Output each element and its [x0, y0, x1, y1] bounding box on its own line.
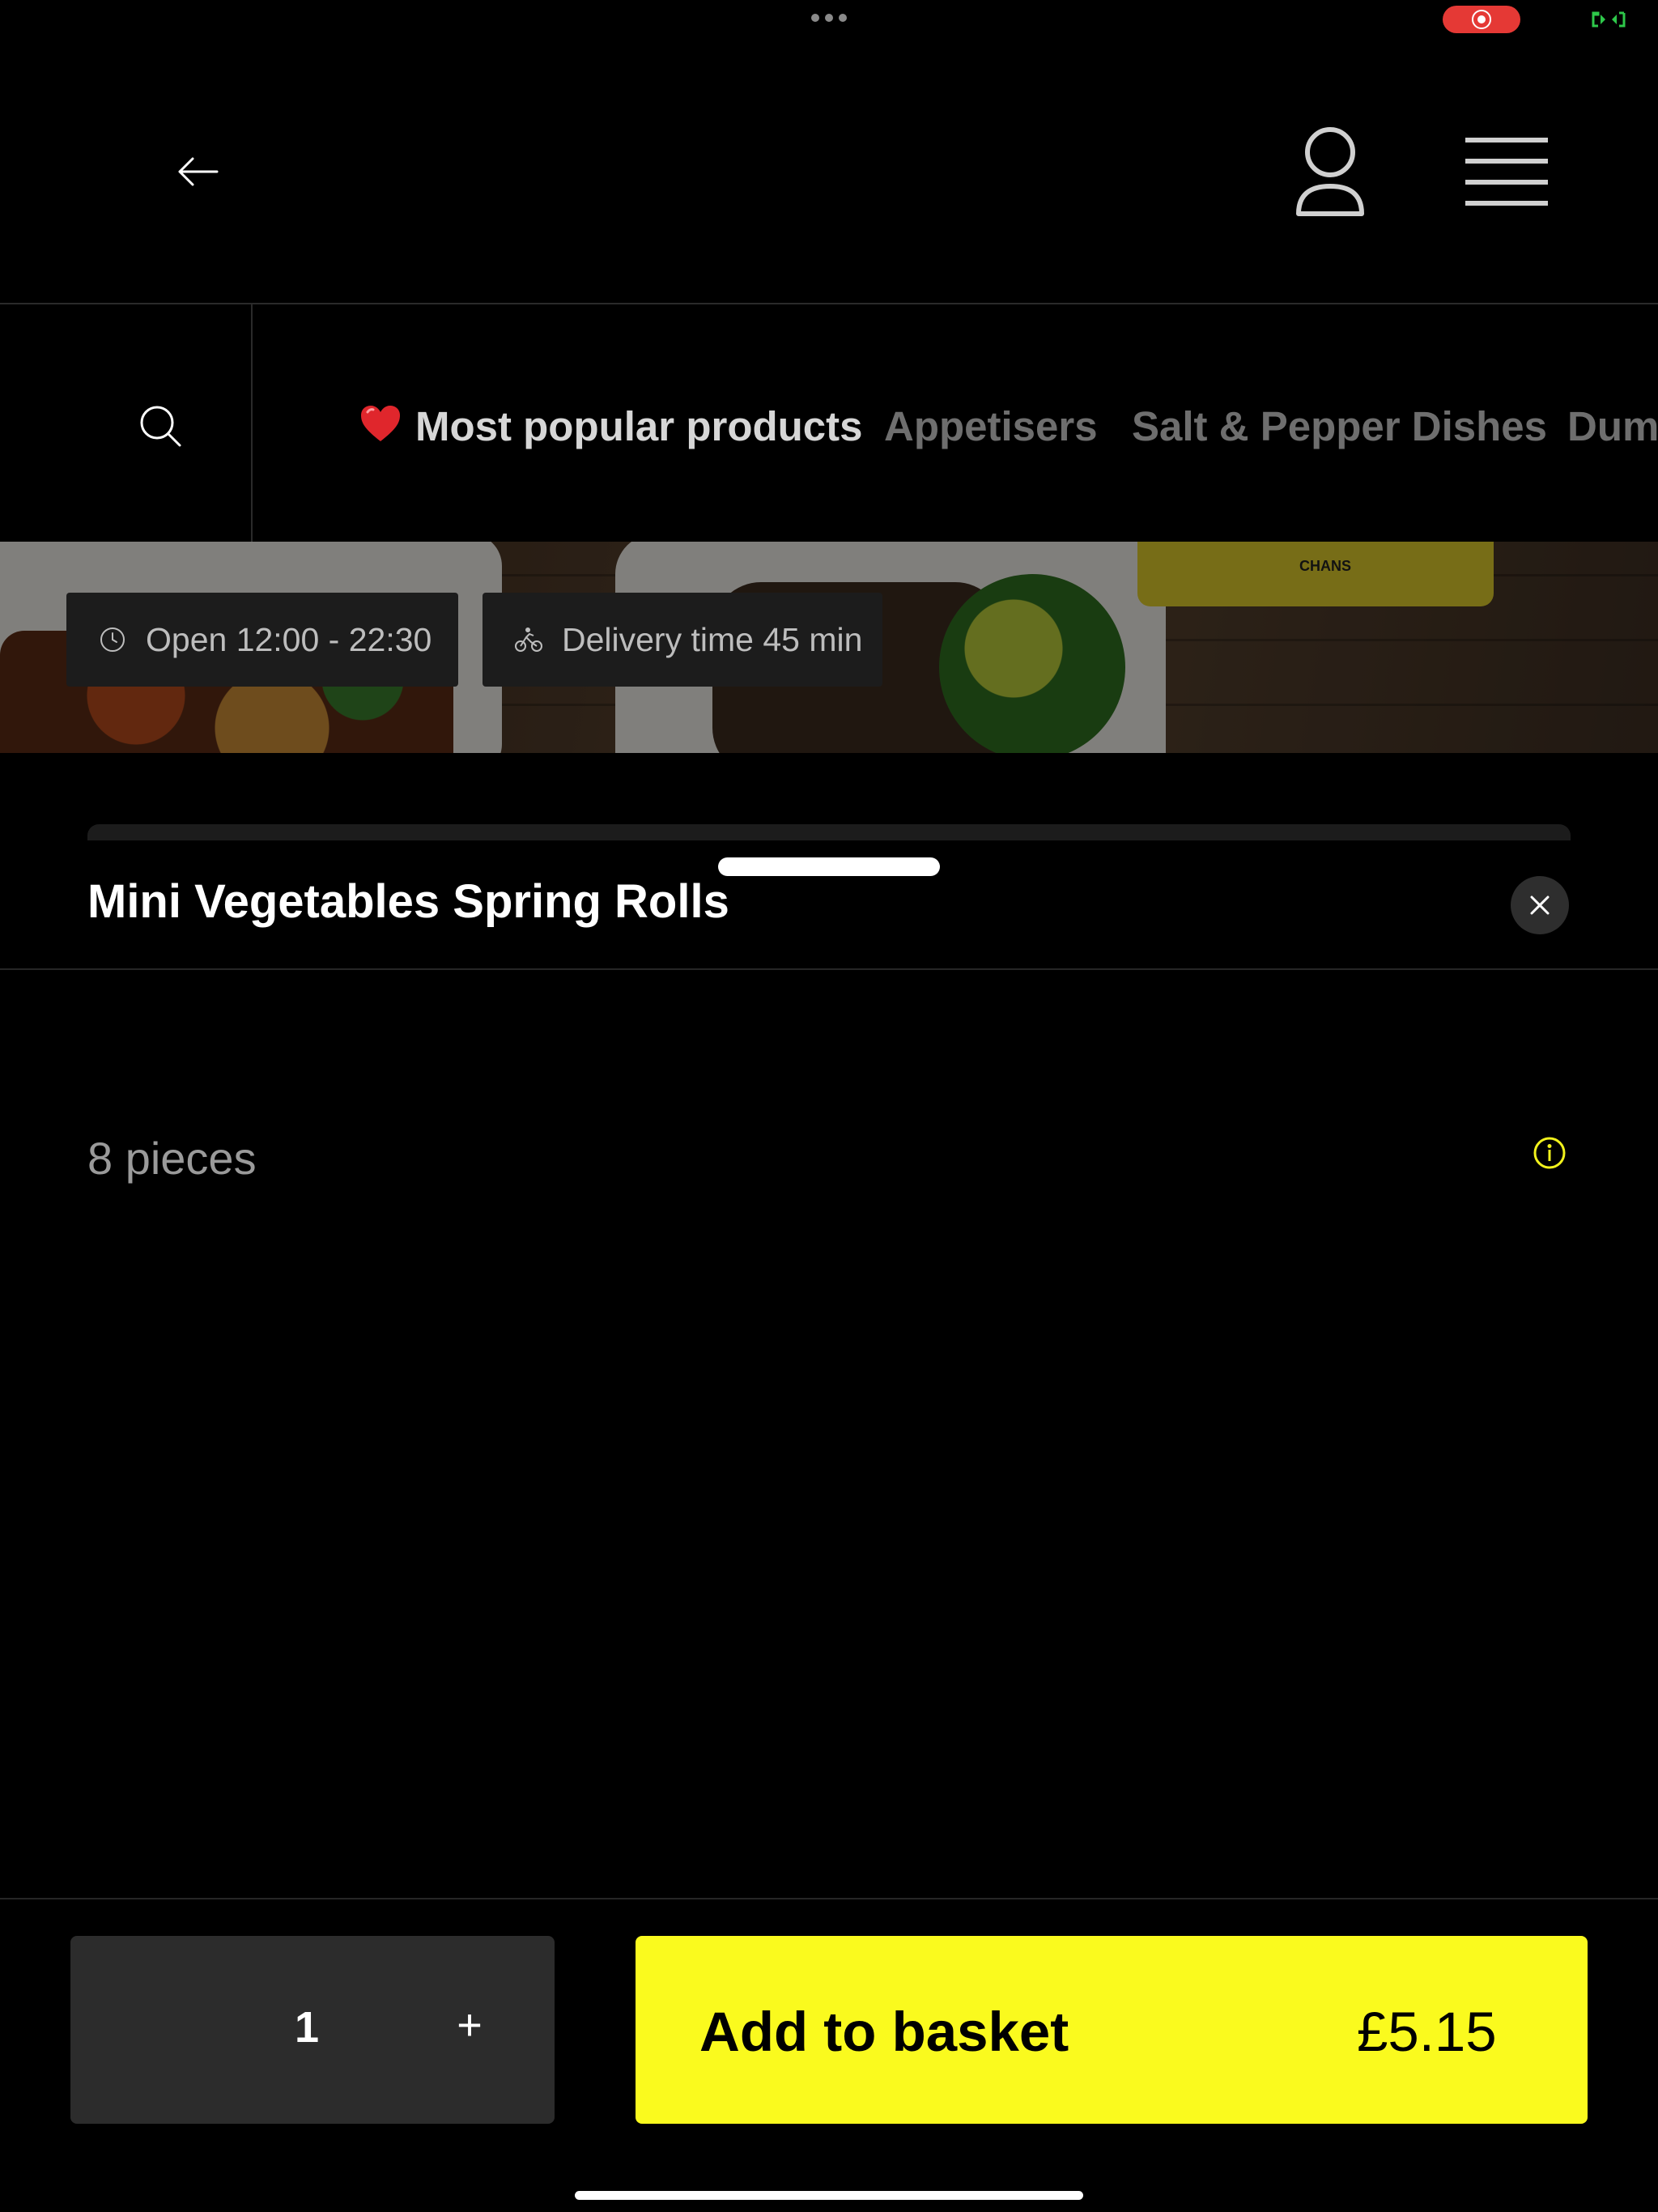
home-indicator[interactable] — [575, 2191, 1083, 2200]
arrow-left-icon[interactable] — [176, 155, 219, 188]
search-icon[interactable] — [138, 403, 183, 449]
battery-icon — [1592, 11, 1626, 28]
delivery-time-text: Delivery time 45 min — [562, 620, 863, 658]
opening-hours-text: Open 12:00 - 22:30 — [146, 620, 432, 658]
add-to-basket-label: Add to basket — [699, 2001, 1069, 2063]
sheet-divider — [0, 968, 1658, 970]
hamburger-menu-icon[interactable] — [1465, 136, 1548, 207]
opening-hours-badge: Open 12:00 - 22:30 — [66, 593, 458, 687]
multitask-dots[interactable] — [811, 14, 847, 23]
tab-salt-pepper-dishes[interactable]: Salt & Pepper Dishes — [1132, 402, 1547, 450]
clock-icon — [100, 627, 125, 652]
info-icon[interactable] — [1533, 1136, 1567, 1170]
category-divider — [251, 304, 253, 542]
quantity-value: 1 — [295, 2003, 320, 2052]
sheet-drag-handle[interactable] — [718, 857, 940, 876]
close-icon — [1530, 895, 1550, 915]
header-divider — [0, 303, 1658, 304]
tab-dumplings[interactable]: Dum — [1567, 402, 1658, 450]
user-icon[interactable] — [1294, 125, 1367, 219]
delivery-time-badge: Delivery time 45 min — [483, 593, 882, 687]
bicycle-icon — [515, 627, 542, 652]
increase-quantity-button[interactable]: + — [453, 2000, 486, 2050]
product-description: 8 pieces — [87, 1133, 257, 1184]
heart-icon — [361, 406, 400, 441]
tab-appetisers[interactable]: Appetisers — [884, 402, 1098, 450]
tab-most-popular-products[interactable]: Most popular products — [415, 402, 862, 450]
screen-recording-indicator — [1443, 6, 1520, 33]
sheet-background-edge — [87, 824, 1571, 840]
close-button[interactable] — [1511, 876, 1569, 934]
product-price: £5.15 — [1357, 2001, 1497, 2063]
product-title: Mini Vegetables Spring Rolls — [87, 875, 729, 928]
footer-divider — [0, 1898, 1658, 1899]
